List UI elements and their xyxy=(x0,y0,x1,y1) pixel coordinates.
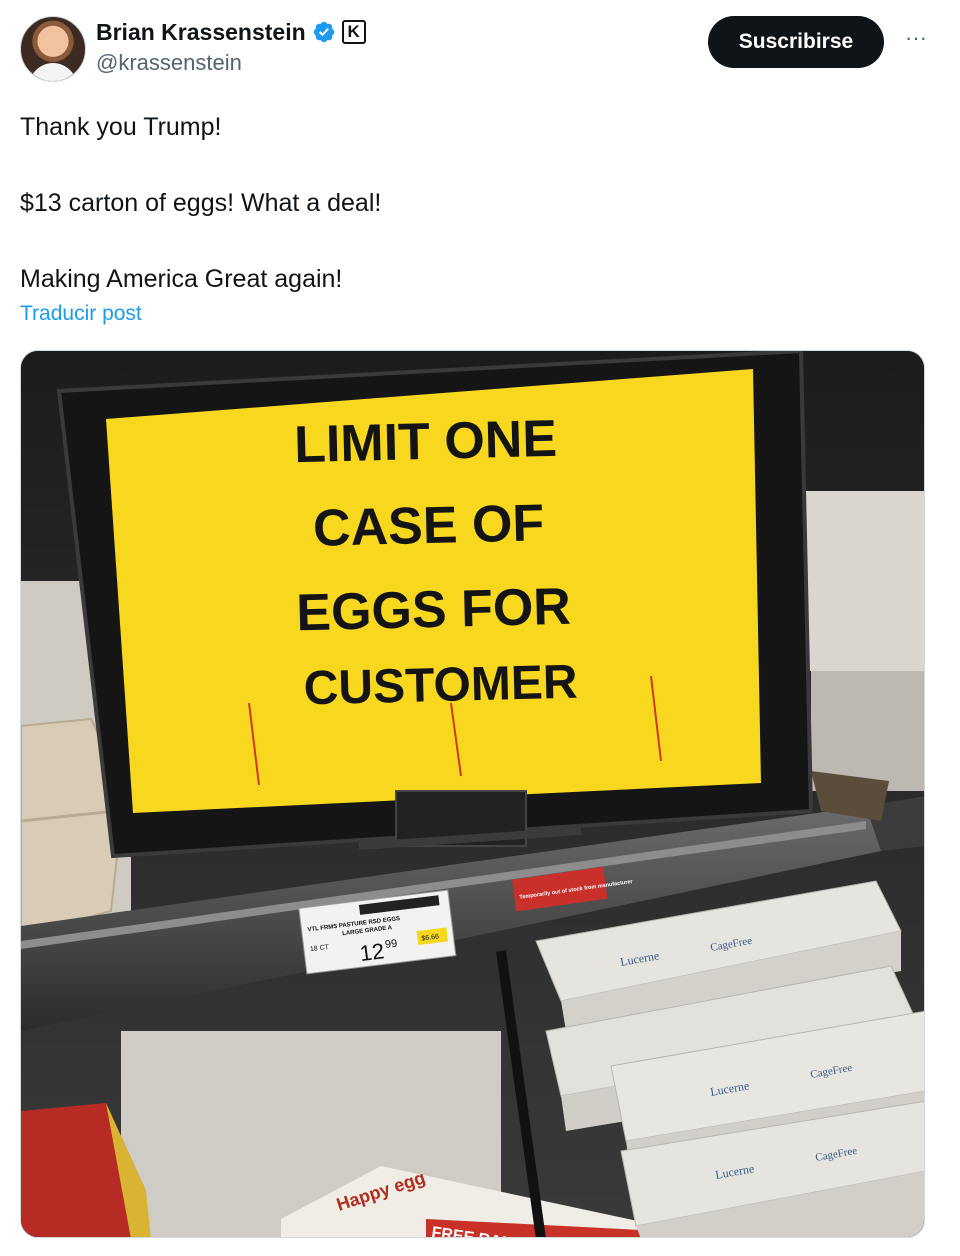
sign-line: LIMIT ONE xyxy=(293,410,557,474)
author-handle[interactable]: @krassenstein xyxy=(96,50,242,76)
post-line: Making America Great again! xyxy=(20,265,343,293)
verified-badge-icon xyxy=(313,21,334,43)
avatar[interactable] xyxy=(20,16,86,82)
author-name-row: Brian Krassenstein K xyxy=(96,18,366,46)
post-line: Thank you Trump! xyxy=(20,113,222,141)
sign-line: EGGS FOR xyxy=(296,578,572,643)
more-options-icon[interactable]: ··· xyxy=(900,26,932,58)
post-line: $13 carton of eggs! What a deal! xyxy=(20,189,382,217)
sign-line: CUSTOMER xyxy=(303,656,578,716)
subscribe-button[interactable]: Suscribirse xyxy=(708,16,884,68)
author-name[interactable]: Brian Krassenstein xyxy=(96,19,306,46)
k-affiliate-icon[interactable]: K xyxy=(341,20,366,44)
price-tag-price: 12 xyxy=(358,938,385,966)
post-header: Brian Krassenstein K @krassenstein Suscr… xyxy=(20,16,940,82)
post-image[interactable]: LIMIT ONE CASE OF EGGS FOR CUSTOMER VTL … xyxy=(20,350,925,1238)
price-tag-cents: 99 xyxy=(384,938,398,951)
egg-shelf-photo: LIMIT ONE CASE OF EGGS FOR CUSTOMER VTL … xyxy=(21,351,924,1237)
translate-post-link[interactable]: Traducir post xyxy=(20,302,142,326)
sign-line: CASE OF xyxy=(312,494,544,558)
post-text: Thank you Trump! $13 carton of eggs! Wha… xyxy=(20,108,920,298)
